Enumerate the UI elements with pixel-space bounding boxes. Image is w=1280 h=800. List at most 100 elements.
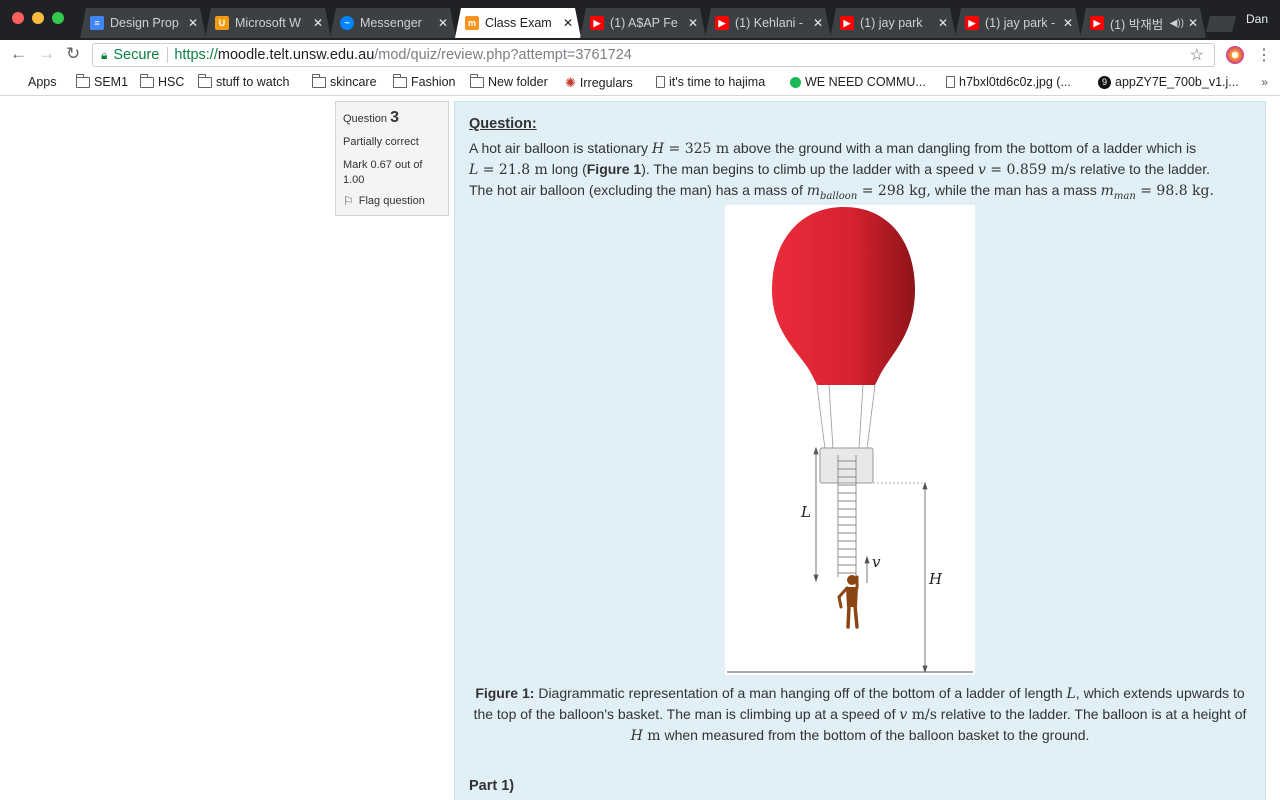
symbol-v: v (977, 162, 986, 178)
value-v: = 0.859 m/s (985, 162, 1077, 178)
page-content: Question 3 Partially correct Mark 0.67 o… (0, 97, 1280, 800)
value-m-man: = 98.8 kg. (1135, 183, 1214, 199)
youtube-icon: ▶ (840, 16, 854, 30)
basket (819, 447, 874, 484)
bookmark-apps[interactable]: Apps (12, 75, 57, 89)
address-bar[interactable]: 🔒︎ Secure https:// moodle.telt.unsw.edu.… (92, 43, 1215, 67)
value-h: = 325 m (664, 141, 730, 157)
close-tab-icon[interactable]: ✕ (563, 16, 573, 30)
close-tab-icon[interactable]: ✕ (1063, 16, 1073, 30)
minimize-window-button[interactable] (32, 12, 44, 24)
tab-jay-park-korean[interactable]: ▶ (1) 박재범 ◀)) ✕ (1080, 8, 1206, 38)
bookmark-hajima[interactable]: it's time to hajima (656, 75, 765, 89)
close-tab-icon[interactable]: ✕ (688, 16, 698, 30)
bookmark-we-need-commu[interactable]: WE NEED COMMU... (790, 75, 926, 89)
folder-icon (75, 73, 90, 88)
bookmark-label: SEM1 (94, 75, 129, 89)
symbol-h: H (630, 728, 643, 744)
maximize-window-button[interactable] (52, 12, 64, 24)
profile-name[interactable]: Dan (1246, 12, 1268, 26)
text-segment: long ( (547, 161, 587, 177)
symbol-m-man: m (1100, 183, 1114, 199)
folder-icon (139, 73, 154, 88)
bookmark-label: h7bxl0td6c0z.jpg (... (959, 75, 1071, 89)
tab-title: Class Exam (485, 16, 552, 30)
bookmark-label: HSC (158, 75, 185, 89)
label-h: H (928, 570, 943, 588)
url-scheme: https:// (174, 47, 218, 63)
text-segment: while the man has a mass (930, 182, 1101, 198)
messenger-icon: ~ (340, 16, 354, 30)
symbol-l: L (469, 162, 479, 178)
tab-design-prop[interactable]: ≡ Design Prop ✕ (80, 8, 206, 38)
youtube-icon: ▶ (590, 16, 604, 30)
unit: m (642, 728, 661, 744)
tab-title: (1) jay park (860, 16, 923, 30)
forward-arrow-icon[interactable]: → (38, 44, 55, 64)
microsoft-icon: U (215, 16, 229, 30)
new-tab-button[interactable] (1206, 16, 1236, 32)
symbol-m-balloon: m (806, 183, 821, 199)
close-tab-icon[interactable]: ✕ (313, 16, 323, 30)
flag-icon: ⚐ (343, 194, 354, 208)
youtube-icon: ▶ (965, 16, 979, 30)
bookmark-stuff-to-watch[interactable]: stuff to watch (197, 73, 289, 89)
url-path: /mod/quiz/review.php?attempt=3761724 (374, 47, 632, 63)
tab-jay-park-2[interactable]: ▶ (1) jay park - ✕ (955, 8, 1081, 38)
menu-kebab-icon[interactable]: ⋮ (1256, 45, 1272, 65)
bookmark-label: New folder (488, 75, 548, 89)
bookmark-h7bxl0td6c0z[interactable]: h7bxl0td6c0z.jpg (... (946, 75, 1071, 89)
figure-reference: Figure 1 (586, 161, 642, 177)
back-arrow-icon[interactable]: ← (10, 44, 27, 64)
question-heading: Question: (469, 116, 537, 132)
folder-icon (311, 73, 326, 88)
tab-kehlani[interactable]: ▶ (1) Kehlani - ✕ (705, 8, 831, 38)
secure-label: Secure (113, 47, 160, 63)
close-tab-icon[interactable]: ✕ (188, 16, 198, 30)
speaker-icon[interactable]: ◀)) (1170, 18, 1184, 29)
bookmark-label: WE NEED COMMU... (805, 75, 926, 89)
tab-title: Messenger (360, 16, 422, 30)
question-box: Question: A hot air balloon is stationar… (454, 101, 1266, 800)
value-m-balloon: = 298 kg, (857, 183, 931, 199)
bookmark-star-icon[interactable]: ☆ (1190, 45, 1204, 65)
tab-title: (1) 박재범 (1110, 17, 1164, 32)
green-dot-icon (790, 76, 801, 88)
extension-icon[interactable] (1226, 46, 1244, 64)
close-tab-icon[interactable]: ✕ (1188, 16, 1198, 30)
bookmark-irregulars[interactable]: ✺ Irregulars (565, 75, 633, 91)
bookmark-appzy7e[interactable]: 9 appZY7E_700b_v1.j... (1098, 75, 1239, 89)
tab-microsoft[interactable]: U Microsoft W ✕ (205, 8, 331, 38)
dimension-l (813, 446, 819, 583)
tab-asap[interactable]: ▶ (1) A$AP Fe ✕ (580, 8, 706, 38)
bookmark-fashion[interactable]: Fashion (392, 73, 455, 89)
tab-messenger[interactable]: ~ Messenger ✕ (330, 8, 456, 38)
tab-title: Microsoft W (235, 16, 301, 30)
close-tab-icon[interactable]: ✕ (938, 16, 948, 30)
reload-icon[interactable]: ↻ (66, 44, 80, 64)
caption-segment: when measured from the bottom of the bal… (660, 727, 1090, 743)
bookmark-label: it's time to hajima (669, 75, 766, 89)
bookmark-skincare[interactable]: skincare (311, 73, 377, 89)
moodle-icon: m (465, 16, 479, 30)
label-v: v (872, 553, 881, 571)
divider (167, 47, 169, 63)
close-tab-icon[interactable]: ✕ (813, 16, 823, 30)
bookmark-sem1[interactable]: SEM1 (75, 73, 129, 89)
symbol-h: H (651, 141, 665, 157)
more-bookmarks-icon[interactable]: » (1261, 75, 1268, 89)
tab-class-exam[interactable]: m Class Exam ✕ (455, 8, 581, 38)
tab-jay-park-1[interactable]: ▶ (1) jay park ✕ (830, 8, 956, 38)
dimension-h (922, 481, 928, 674)
bookmark-hsc[interactable]: HSC (139, 73, 185, 89)
flag-question-button[interactable]: ⚐ Flag question (343, 194, 441, 208)
close-window-button[interactable] (12, 12, 24, 24)
subscript-man: man (1113, 190, 1136, 202)
bookmark-label: appZY7E_700b_v1.j... (1115, 75, 1239, 89)
bookmark-new-folder[interactable]: New folder (469, 73, 548, 89)
bookmark-label: Irregulars (579, 76, 633, 90)
close-tab-icon[interactable]: ✕ (438, 16, 448, 30)
figure-caption: Figure 1: Diagrammatic representation of… (469, 683, 1251, 746)
bookmark-label: skincare (330, 75, 377, 89)
text-segment: relative to the ladder. (1076, 161, 1211, 177)
